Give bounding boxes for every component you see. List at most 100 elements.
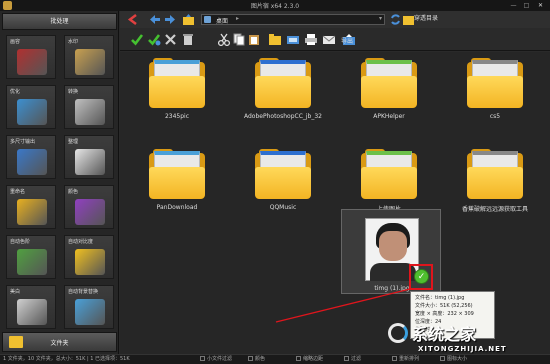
copy-icon[interactable] xyxy=(232,33,246,46)
watermark-url: XITONGZHIJIA.NET xyxy=(418,345,507,353)
folder-item[interactable]: QQMusic xyxy=(233,147,333,223)
tool-button[interactable]: 优化 xyxy=(6,85,56,129)
folder-item[interactable]: APKHelper xyxy=(339,56,439,132)
checkbox-icon[interactable] xyxy=(200,356,205,361)
folder-icon xyxy=(255,147,311,199)
watermark-brand: 系统之家 xyxy=(412,325,477,344)
folder-icon xyxy=(255,56,311,108)
folder-item[interactable]: PanDownload xyxy=(127,147,227,223)
folder-name: 2345pic xyxy=(164,113,190,120)
tool-label: 颜色 xyxy=(68,189,79,195)
tool-label: 水印 xyxy=(68,39,79,45)
folder-item[interactable]: 香蕉破解远远源获取工具 xyxy=(445,147,545,223)
tooltip-line: 文件大小：51K (52,256) xyxy=(415,303,473,309)
folder-icon xyxy=(361,147,417,199)
tool-label: 美白 xyxy=(10,289,21,295)
action-toolbar xyxy=(120,28,550,51)
status-option[interactable]: 颜色 xyxy=(248,355,265,364)
background-replace-icon xyxy=(75,299,105,325)
status-option[interactable]: 缩略边距 xyxy=(296,355,323,364)
tooltip-line: 文件名：timg (1).jpg xyxy=(415,295,465,301)
tool-label: 自动色阶 xyxy=(10,239,31,245)
watermark: 系统之家 XITONGZHIJIA.NET xyxy=(388,321,550,357)
email-icon[interactable] xyxy=(322,33,336,46)
check-green-icon[interactable] xyxy=(130,33,144,46)
path-arrow-icon[interactable]: ▸ xyxy=(236,15,239,22)
folder-name: QQMusic xyxy=(269,204,297,211)
folder-button[interactable]: 文件夹 xyxy=(2,332,117,352)
minimize-button[interactable]: — xyxy=(508,1,519,10)
slideshow-icon[interactable] xyxy=(286,33,300,46)
status-option[interactable]: 过滤 xyxy=(344,355,361,364)
status-option-label: 缩略边距 xyxy=(303,356,324,362)
folder-icon xyxy=(361,56,417,108)
folder-name: PanDownload xyxy=(156,204,198,211)
pass-through-directory-button[interactable]: 穿透目录 xyxy=(414,13,438,22)
status-text: 1 文件夹，10 文件夹，总大小：51K | 1 已选择项：51K xyxy=(3,356,130,362)
checkbox-icon[interactable] xyxy=(296,356,301,361)
tool-label: 整理 xyxy=(68,139,79,145)
tool-button[interactable]: 水印 xyxy=(64,35,114,79)
folder-name: 香蕉破解远远源获取工具 xyxy=(461,206,528,213)
tooltip-line: 宽度 × 高度：232 × 309 xyxy=(415,311,474,317)
whitening-icon xyxy=(17,299,47,325)
folder-icon xyxy=(467,147,523,199)
new-folder-icon[interactable] xyxy=(268,33,282,46)
back-arrow-icon[interactable] xyxy=(126,13,139,26)
tool-button[interactable]: 自动对比度 xyxy=(64,235,114,279)
tool-button[interactable]: 颜色 xyxy=(64,185,114,229)
status-option-label: 小文件过滤 xyxy=(207,356,233,362)
previous-icon[interactable] xyxy=(148,13,161,26)
organize-icon xyxy=(75,149,105,175)
rename-icon xyxy=(17,199,47,225)
tool-label: 画容 xyxy=(10,39,21,45)
checkbox-icon[interactable] xyxy=(344,356,349,361)
folder-item[interactable]: 2345pic xyxy=(127,56,227,132)
path-text: 桌面 xyxy=(216,18,229,25)
refresh-icon[interactable] xyxy=(389,13,402,26)
tools-icon[interactable] xyxy=(164,33,178,46)
watermark-icon xyxy=(75,49,105,75)
close-button[interactable]: ✕ xyxy=(535,1,546,10)
delete-icon[interactable] xyxy=(181,33,195,46)
tool-button[interactable]: 重命名 xyxy=(6,185,56,229)
tool-button[interactable]: 整理 xyxy=(64,135,114,179)
folder-icon xyxy=(149,56,205,108)
tool-label: 自动背景替换 xyxy=(68,289,99,295)
folder-name: AdobePhotoshopCC_jb_32 xyxy=(244,113,322,120)
cut-icon[interactable] xyxy=(217,33,231,46)
tool-button[interactable]: 画容 xyxy=(6,35,56,79)
folder-button-label: 文件夹 xyxy=(50,340,69,347)
tool-button[interactable]: 多尺寸输出 xyxy=(6,135,56,179)
multi-size-icon xyxy=(17,149,47,175)
tool-button[interactable]: 美白 xyxy=(6,285,56,329)
folder-name: cs5 xyxy=(489,113,501,120)
folder-item[interactable]: cs5 xyxy=(445,56,545,132)
tool-button[interactable]: 自动色阶 xyxy=(6,235,56,279)
highlight-box xyxy=(409,264,433,290)
next-icon[interactable] xyxy=(164,13,177,26)
folder-icon xyxy=(149,147,205,199)
status-option-label: 颜色 xyxy=(255,356,266,362)
folder-icon xyxy=(467,56,523,108)
path-dropdown-icon[interactable]: ▾ xyxy=(379,15,382,22)
maximize-button[interactable]: □ xyxy=(521,1,532,10)
tool-button[interactable]: 转换 xyxy=(64,85,114,129)
auto-contrast-icon xyxy=(75,249,105,275)
auto-levels-icon xyxy=(17,249,47,275)
cosmetics-icon xyxy=(17,49,47,75)
export-label[interactable]: 导出 xyxy=(341,36,353,45)
status-option[interactable]: 小文件过滤 xyxy=(200,355,232,364)
folder-up-icon[interactable] xyxy=(182,13,195,26)
batch-header[interactable]: 批处理 xyxy=(2,13,117,30)
check-all-icon[interactable] xyxy=(147,33,161,46)
folder-name: APKHelper xyxy=(373,113,405,120)
convert-icon xyxy=(75,99,105,125)
paste-icon[interactable] xyxy=(247,33,261,46)
folder-item[interactable]: AdobePhotoshopCC_jb_32 xyxy=(233,56,333,132)
tool-button[interactable]: 自动背景替换 xyxy=(64,285,114,329)
path-box[interactable]: 桌面 ▸ ▾ xyxy=(201,14,385,25)
checkbox-icon[interactable] xyxy=(248,356,253,361)
desktop-icon xyxy=(204,16,211,23)
print-icon[interactable] xyxy=(304,33,318,46)
